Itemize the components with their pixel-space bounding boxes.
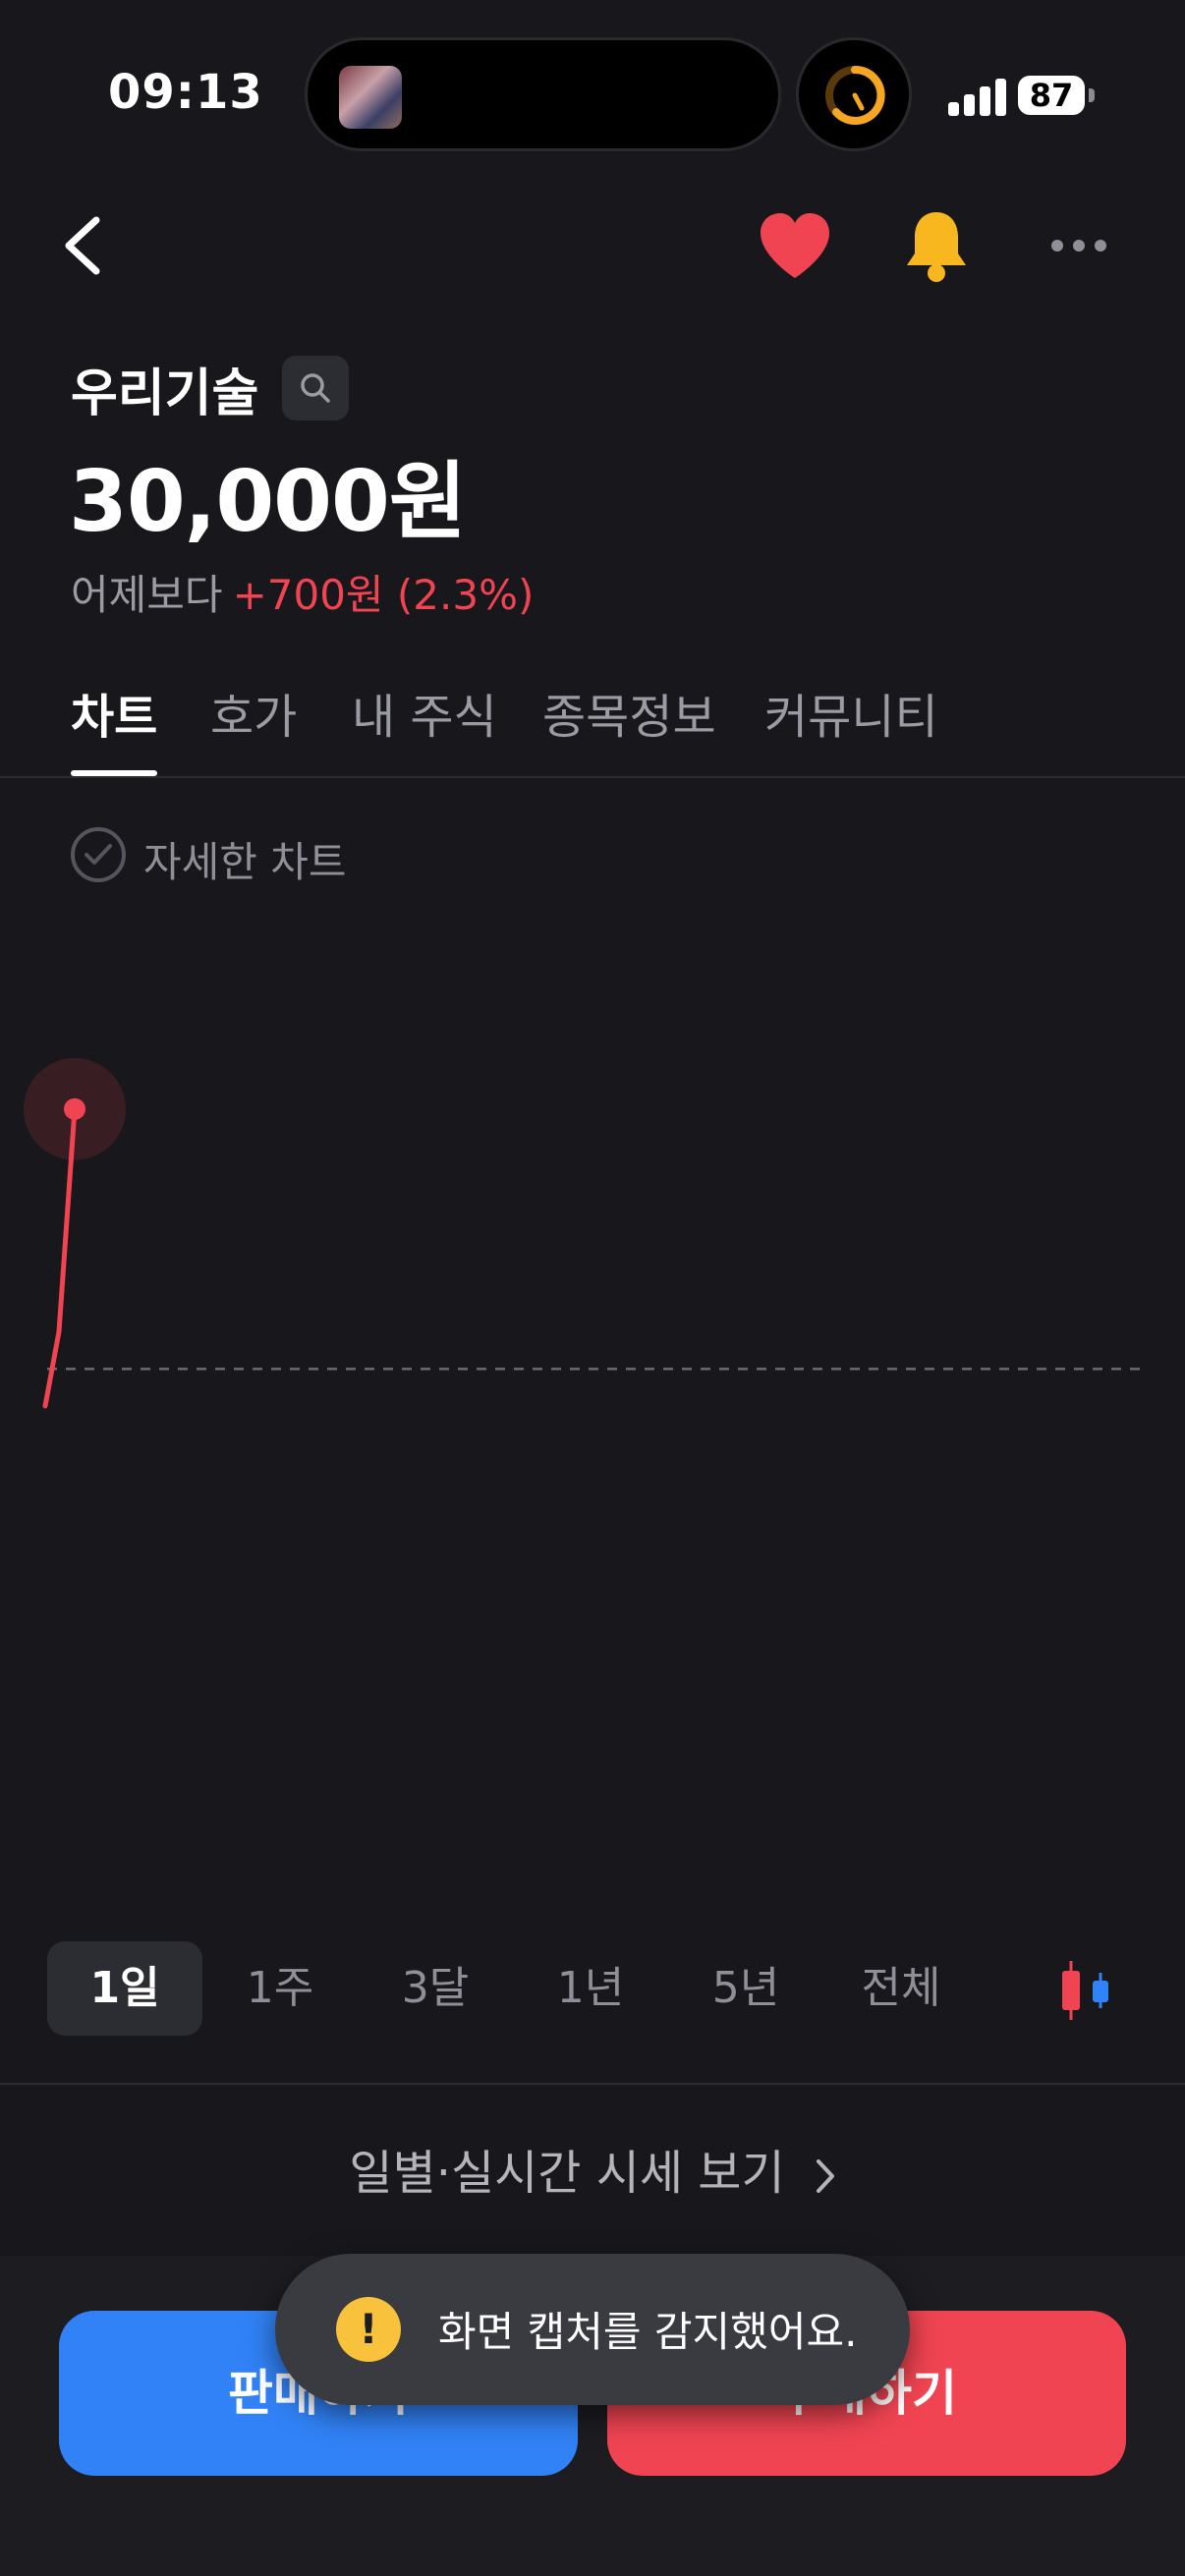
battery-tip xyxy=(1089,88,1095,102)
chart-range-selector: 1일 1주 3달 1년 5년 전체 xyxy=(0,1941,1185,2040)
range-3m[interactable]: 3달 xyxy=(358,1941,513,2036)
stock-name: 우리기술 xyxy=(71,364,259,423)
daily-realtime-quotes-link[interactable]: 일별·실시간 시세 보기 xyxy=(0,2134,1185,2203)
range-1w[interactable]: 1주 xyxy=(202,1941,358,2036)
change-value: +700원 (2.3%) xyxy=(232,571,535,619)
price-change: 어제보다 +700원 (2.3%) xyxy=(71,562,534,622)
more-options-icon[interactable] xyxy=(1049,236,1108,255)
tab-my-stock[interactable]: 내 주식 xyxy=(352,678,497,776)
search-icon xyxy=(301,373,330,403)
detail-chart-label: 자세한 차트 xyxy=(143,838,347,886)
battery-indicator: 87 xyxy=(1018,76,1085,115)
change-label: 어제보다 xyxy=(71,571,223,619)
notification-bell-icon[interactable] xyxy=(902,206,971,285)
activity-indicator[interactable] xyxy=(796,37,912,151)
tab-orderbook[interactable]: 호가 xyxy=(210,678,297,776)
candlestick-toggle-icon[interactable] xyxy=(1056,1959,1115,2022)
screenshot-detected-toast: ! 화면 캡처를 감지했어요. xyxy=(275,2254,910,2405)
daily-link-label: 일별·실시간 시세 보기 xyxy=(349,2146,785,2201)
section-divider xyxy=(0,2083,1185,2085)
status-time: 09:13 xyxy=(108,65,263,120)
stock-search-button[interactable] xyxy=(282,356,349,420)
range-1d[interactable]: 1일 xyxy=(47,1941,202,2036)
now-playing-artwork xyxy=(339,66,402,129)
back-icon[interactable] xyxy=(55,206,114,285)
dynamic-island[interactable] xyxy=(305,37,781,151)
current-price: 30,000원 xyxy=(69,453,467,551)
stock-detail-screen: 09:13 87 우리기술 30,000원 어제보다 +700원 (2.3%) … xyxy=(0,0,1185,2576)
price-line-chart[interactable] xyxy=(0,933,1185,1444)
toast-message: 화면 캡처를 감지했어요. xyxy=(438,2308,858,2356)
check-icon xyxy=(85,844,112,865)
range-all[interactable]: 전체 xyxy=(823,1941,979,2036)
current-price-point xyxy=(64,1097,85,1120)
cellular-signal-icon xyxy=(948,79,1007,116)
warning-icon: ! xyxy=(336,2297,401,2362)
favorite-heart-icon[interactable] xyxy=(757,211,833,282)
range-5y[interactable]: 5년 xyxy=(668,1941,823,2036)
progress-ring-icon xyxy=(825,65,885,125)
checkbox[interactable] xyxy=(71,827,126,882)
tab-chart[interactable]: 차트 xyxy=(71,678,158,776)
tab-community[interactable]: 커뮤니티 xyxy=(764,678,938,776)
range-1y[interactable]: 1년 xyxy=(513,1941,668,2036)
tab-stock-info[interactable]: 종목정보 xyxy=(542,678,716,776)
tab-bar: 차트 호가 내 주식 종목정보 커뮤니티 xyxy=(0,678,1185,778)
chevron-right-icon xyxy=(816,2159,834,2193)
